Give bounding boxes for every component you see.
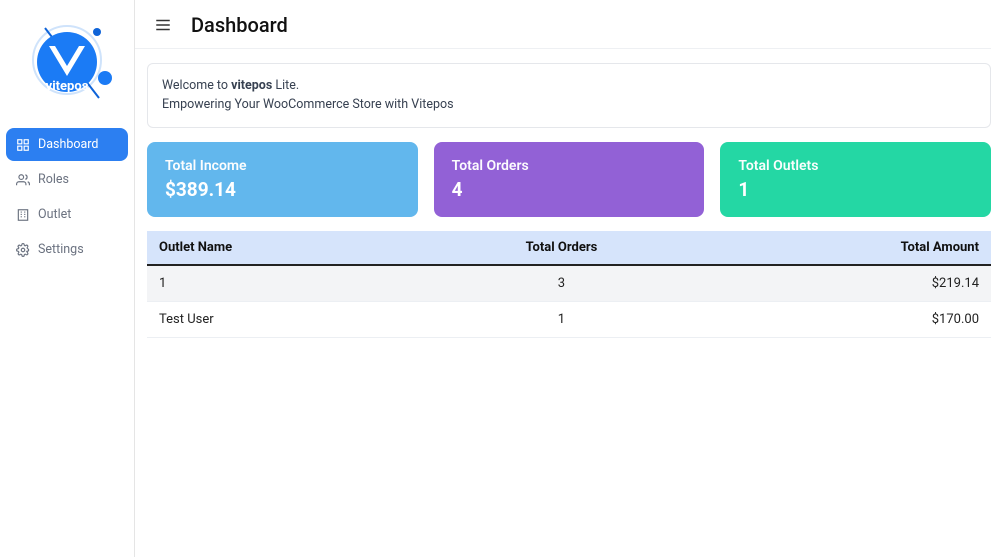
cell-total-amount: $170.00 [698, 301, 991, 337]
stat-value: 1 [738, 178, 973, 201]
table-header-row: Outlet Name Total Orders Total Amount [147, 231, 991, 265]
welcome-card: Welcome to vitepos Lite. Empowering Your… [147, 63, 991, 128]
topbar: Dashboard [135, 0, 991, 49]
stat-card-income: Total Income $389.14 [147, 142, 418, 217]
welcome-line-2: Empowering Your WooCommerce Store with V… [162, 95, 976, 114]
cell-total-orders: 3 [425, 265, 699, 302]
brand-logo: vitepos [6, 8, 128, 122]
sidebar-item-settings[interactable]: Settings [6, 233, 128, 266]
stat-card-outlets: Total Outlets 1 [720, 142, 991, 217]
menu-toggle-button[interactable] [149, 12, 177, 38]
welcome-text: Welcome to [162, 78, 231, 93]
stat-value: $389.14 [165, 178, 400, 201]
cell-total-amount: $219.14 [698, 265, 991, 302]
stat-value: 4 [452, 178, 687, 201]
building-icon [16, 208, 30, 222]
col-outlet-name: Outlet Name [147, 231, 425, 265]
page-title: Dashboard [191, 13, 288, 37]
cell-outlet-name: 1 [147, 265, 425, 302]
gear-icon [16, 243, 30, 257]
sidebar-item-label: Outlet [38, 207, 71, 222]
sidebar-nav: Dashboard Roles Outlet Settings [6, 128, 128, 266]
cell-total-orders: 1 [425, 301, 699, 337]
outlets-table-wrap: Outlet Name Total Orders Total Amount 1 … [147, 231, 991, 338]
sidebar-item-label: Settings [38, 242, 84, 257]
sidebar-item-label: Roles [38, 172, 69, 187]
col-total-orders: Total Orders [425, 231, 699, 265]
stat-label: Total Orders [452, 158, 687, 174]
sidebar-item-label: Dashboard [38, 137, 98, 152]
svg-text:vitepos: vitepos [46, 79, 89, 94]
table-row: 1 3 $219.14 [147, 265, 991, 302]
sidebar-item-roles[interactable]: Roles [6, 163, 128, 196]
dashboard-icon [16, 138, 30, 152]
welcome-text: Lite. [272, 78, 299, 93]
sidebar: vitepos Dashboard Roles Outlet Setting [0, 0, 135, 557]
content: Welcome to vitepos Lite. Empowering Your… [135, 49, 991, 338]
outlets-table: Outlet Name Total Orders Total Amount 1 … [147, 231, 991, 338]
users-icon [16, 173, 30, 187]
stat-label: Total Outlets [738, 158, 973, 174]
table-row: Test User 1 $170.00 [147, 301, 991, 337]
col-total-amount: Total Amount [698, 231, 991, 265]
welcome-bold: vitepos [231, 78, 272, 93]
stats-row: Total Income $389.14 Total Orders 4 Tota… [147, 142, 991, 217]
sidebar-item-dashboard[interactable]: Dashboard [6, 128, 128, 161]
stat-card-orders: Total Orders 4 [434, 142, 705, 217]
stat-label: Total Income [165, 158, 400, 174]
cell-outlet-name: Test User [147, 301, 425, 337]
sidebar-item-outlet[interactable]: Outlet [6, 198, 128, 231]
main: Dashboard Welcome to vitepos Lite. Empow… [135, 0, 991, 557]
welcome-line-1: Welcome to vitepos Lite. [162, 76, 976, 95]
